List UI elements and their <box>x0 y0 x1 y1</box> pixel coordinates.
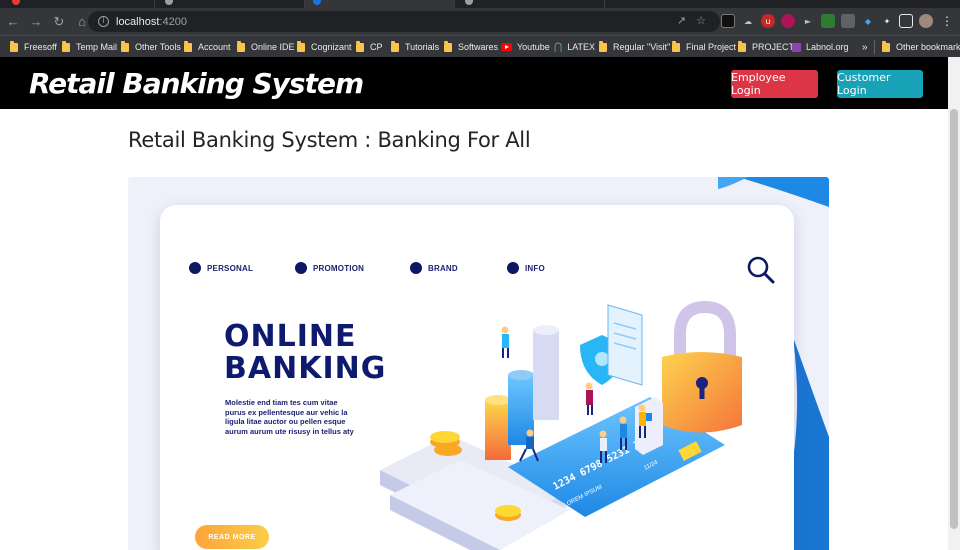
folder-icon <box>356 40 364 52</box>
bookmark-item[interactable]: Cognizant <box>297 36 352 58</box>
youtube-icon <box>501 43 512 51</box>
online-banking-heading: ONLINE BANKING <box>224 319 387 386</box>
banking-card-illustration: PERSONAL PROMOTION BRAND INFO ONLINE BANK… <box>160 205 794 550</box>
bookmarks-divider <box>874 40 875 54</box>
url-bar[interactable]: i localhost:4200 ↗ ☆ <box>88 11 720 32</box>
folder-icon <box>672 40 680 52</box>
hero-banner: PERSONAL PROMOTION BRAND INFO ONLINE BANK… <box>128 177 829 550</box>
side-panel-icon[interactable] <box>899 14 913 28</box>
extension-icon[interactable]: ► <box>801 14 815 28</box>
browser-tab[interactable] <box>155 0 305 8</box>
folder-icon <box>62 40 70 52</box>
other-bookmarks[interactable]: Other bookmarks <box>882 36 960 58</box>
browser-tab[interactable] <box>0 0 155 8</box>
extension-cloud-icon[interactable]: ☁ <box>741 14 755 28</box>
folder-icon <box>882 40 890 52</box>
bookmarks-bar: Freesoff Temp Mail Other Tools Account O… <box>0 35 960 57</box>
hero-menu-promotion: PROMOTION <box>295 262 364 274</box>
folder-icon <box>297 40 305 52</box>
extension-icon[interactable] <box>821 14 835 28</box>
browser-menu-icon[interactable]: ⋮ <box>940 14 954 28</box>
bookmark-item[interactable]: Account <box>184 36 231 58</box>
hero-menu-brand: BRAND <box>410 262 458 274</box>
browser-tab-active[interactable] <box>305 0 455 8</box>
address-bar-row: ← → ↻ ⌂ i localhost:4200 ↗ ☆ ☁ u ► ◆ ✦ ⋮ <box>0 8 960 35</box>
bookmark-item[interactable]: Softwares <box>444 36 498 58</box>
folder-icon <box>10 40 18 52</box>
folder-icon <box>599 40 607 52</box>
scrollbar-thumb[interactable] <box>950 109 958 529</box>
bookmark-item[interactable]: ⋂ LATEX <box>554 36 595 58</box>
url-host: localhost <box>116 15 160 28</box>
browser-tab-strip <box>0 0 960 8</box>
url-port: :4200 <box>159 15 187 28</box>
hero-menu-personal: PERSONAL <box>189 262 253 274</box>
folder-icon <box>237 40 245 52</box>
bookmark-item[interactable]: Regular "Visit" <box>599 36 670 58</box>
folder-icon <box>184 40 192 52</box>
site-info-icon[interactable]: i <box>98 16 109 27</box>
folder-icon <box>121 40 129 52</box>
back-icon[interactable]: ← <box>3 12 23 32</box>
extension-icon[interactable] <box>841 14 855 28</box>
latex-icon: ⋂ <box>554 41 563 53</box>
bookmark-item[interactable]: Tutorials <box>391 36 439 58</box>
profile-avatar[interactable] <box>919 14 933 28</box>
extension-icon[interactable]: ◆ <box>861 14 875 28</box>
search-icon <box>747 256 775 284</box>
page-title: Retail Banking System : Banking For All <box>128 128 531 152</box>
bookmark-item[interactable]: Other Tools <box>121 36 181 58</box>
bookmark-item[interactable]: Final Project <box>672 36 736 58</box>
bookmark-item[interactable]: Online IDE <box>237 36 295 58</box>
folder-icon <box>391 40 399 52</box>
employee-login-button[interactable]: Employee Login <box>731 70 818 98</box>
bookmark-star-icon[interactable]: ☆ <box>696 14 706 27</box>
brand-title[interactable]: Retail Banking System <box>29 67 364 100</box>
extension-icon[interactable] <box>721 14 735 28</box>
share-icon[interactable]: ↗ <box>677 14 686 27</box>
bookmark-item[interactable]: Freesoff <box>10 36 57 58</box>
folder-icon <box>738 40 746 52</box>
page-scrollbar[interactable] <box>948 57 960 550</box>
customer-login-button[interactable]: Customer Login <box>837 70 923 98</box>
app-navbar: Retail Banking System Employee Login Cus… <box>0 57 960 109</box>
extensions-puzzle-icon[interactable]: ✦ <box>880 14 894 28</box>
bookmark-item[interactable]: Youtube <box>501 36 550 58</box>
bookmark-item[interactable]: Labnol.org <box>792 36 849 58</box>
reload-icon[interactable]: ↻ <box>49 12 69 32</box>
extension-icon[interactable] <box>781 14 795 28</box>
bookmark-item[interactable]: PROJECT <box>738 36 794 58</box>
bookmark-item[interactable]: Temp Mail <box>62 36 117 58</box>
labnol-icon <box>792 42 801 52</box>
forward-icon[interactable]: → <box>26 12 46 32</box>
banking-scene-illustration: 1234 6798 5231 1523 LOREM IPSUM 11/24 <box>380 300 742 550</box>
folder-icon <box>444 40 452 52</box>
read-more-button[interactable]: READ MORE <box>195 525 269 549</box>
hero-description: Molestie end tiam tes cum vitae purus ex… <box>225 398 354 436</box>
bookmarks-overflow-button[interactable]: » <box>862 36 868 58</box>
bookmark-item[interactable]: CP <box>356 36 383 58</box>
hero-menu-info: INFO <box>507 262 545 274</box>
extension-ublock-icon[interactable]: u <box>761 14 775 28</box>
browser-tab[interactable] <box>455 0 605 8</box>
